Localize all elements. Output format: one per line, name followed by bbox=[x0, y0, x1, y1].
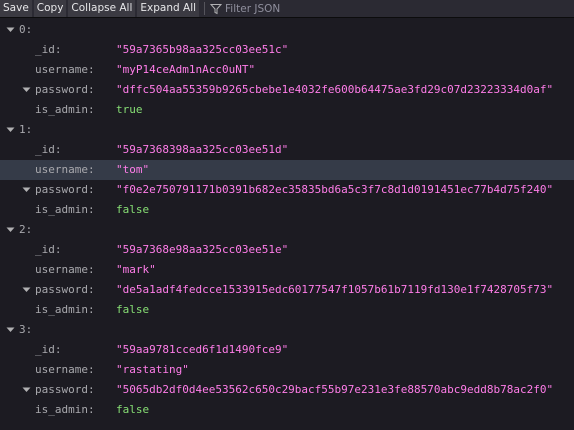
chevron-down-icon[interactable] bbox=[22, 87, 31, 93]
value-id: "59a7368e98aa325cc03ee51e" bbox=[116, 243, 289, 256]
save-button[interactable]: Save bbox=[0, 0, 32, 17]
tree-row-password[interactable]: password: "f0e2e750791171b0391b682ec3583… bbox=[0, 180, 574, 200]
filter-box[interactable] bbox=[210, 2, 386, 15]
expand-all-button[interactable]: Expand All bbox=[137, 0, 200, 17]
json-tree: 0: _id: "59a7365b98aa325cc03ee51c" usern… bbox=[0, 20, 574, 420]
value-id: "59a7368398aa325cc03ee51d" bbox=[116, 143, 289, 156]
tree-row-password[interactable]: password: "dffc504aa55359b9265cbebe1e403… bbox=[0, 80, 574, 100]
chevron-down-icon[interactable] bbox=[22, 387, 31, 393]
key-id: _id: bbox=[35, 343, 62, 356]
tree-row-username[interactable]: username: "mark" bbox=[0, 260, 574, 280]
value-username: "rastating" bbox=[116, 363, 189, 376]
value-password: "dffc504aa55359b9265cbebe1e4032fe600b644… bbox=[116, 83, 554, 96]
toolbar-divider bbox=[204, 2, 206, 15]
value-id: "59a7365b98aa325cc03ee51c" bbox=[116, 43, 289, 56]
key-username: username: bbox=[35, 263, 95, 276]
tree-row-username-selected[interactable]: username: "tom" bbox=[0, 160, 574, 180]
key-is-admin: is_admin: bbox=[35, 403, 95, 416]
tree-row-id[interactable]: _id: "59a7365b98aa325cc03ee51c" bbox=[0, 40, 574, 60]
value-username: "mark" bbox=[116, 263, 156, 276]
json-viewer-toolbar: Save Copy Collapse All Expand All bbox=[0, 0, 574, 18]
tree-row-id[interactable]: _id: "59a7368398aa325cc03ee51d" bbox=[0, 140, 574, 160]
funnel-icon bbox=[210, 3, 223, 14]
tree-row-is-admin[interactable]: is_admin: true bbox=[0, 100, 574, 120]
tree-row-password[interactable]: password: "de5a1adf4fedcce1533915edc6017… bbox=[0, 280, 574, 300]
record-index: 3: bbox=[19, 323, 33, 336]
tree-row-password[interactable]: password: "5065db2df0d4ee53562c650c29bac… bbox=[0, 380, 574, 400]
tree-row-record-0[interactable]: 0: bbox=[0, 20, 574, 40]
value-id: "59aa9781cced6f1d1490fce9" bbox=[116, 343, 289, 356]
record-index: 0: bbox=[19, 23, 33, 36]
key-password: password: bbox=[35, 183, 95, 196]
value-is-admin: true bbox=[116, 103, 143, 116]
value-is-admin: false bbox=[116, 203, 150, 216]
key-is-admin: is_admin: bbox=[35, 103, 95, 116]
value-is-admin: false bbox=[116, 303, 150, 316]
value-password: "de5a1adf4fedcce1533915edc60177547f1057b… bbox=[116, 283, 554, 296]
tree-row-record-2[interactable]: 2: bbox=[0, 220, 574, 240]
chevron-down-icon[interactable] bbox=[6, 127, 15, 133]
tree-row-record-3[interactable]: 3: bbox=[0, 320, 574, 340]
tree-row-id[interactable]: _id: "59a7368e98aa325cc03ee51e" bbox=[0, 240, 574, 260]
key-is-admin: is_admin: bbox=[35, 203, 95, 216]
tree-row-is-admin[interactable]: is_admin: false bbox=[0, 400, 574, 420]
tree-row-username[interactable]: username: "myP14ceAdm1nAcc0uNT" bbox=[0, 60, 574, 80]
key-username: username: bbox=[35, 63, 95, 76]
key-id: _id: bbox=[35, 243, 62, 256]
record-index: 1: bbox=[19, 123, 33, 136]
tree-row-username[interactable]: username: "rastating" bbox=[0, 360, 574, 380]
record-index: 2: bbox=[19, 223, 33, 236]
key-password: password: bbox=[35, 83, 95, 96]
tree-row-is-admin[interactable]: is_admin: false bbox=[0, 300, 574, 320]
value-password: "5065db2df0d4ee53562c650c29bacf55b97e231… bbox=[116, 383, 554, 396]
value-password: "f0e2e750791171b0391b682ec35835bd6a5c3f7… bbox=[116, 183, 554, 196]
key-is-admin: is_admin: bbox=[35, 303, 95, 316]
key-id: _id: bbox=[35, 143, 62, 156]
chevron-down-icon[interactable] bbox=[6, 327, 15, 333]
copy-button[interactable]: Copy bbox=[33, 0, 67, 17]
value-is-admin: false bbox=[116, 403, 150, 416]
tree-row-is-admin[interactable]: is_admin: false bbox=[0, 200, 574, 220]
tree-row-id[interactable]: _id: "59aa9781cced6f1d1490fce9" bbox=[0, 340, 574, 360]
value-username: "tom" bbox=[116, 163, 150, 176]
chevron-down-icon[interactable] bbox=[22, 187, 31, 193]
chevron-down-icon[interactable] bbox=[22, 287, 31, 293]
key-username: username: bbox=[35, 363, 95, 376]
chevron-down-icon[interactable] bbox=[6, 227, 15, 233]
key-password: password: bbox=[35, 283, 95, 296]
key-username: username: bbox=[35, 163, 95, 176]
key-id: _id: bbox=[35, 43, 62, 56]
filter-json-input[interactable] bbox=[225, 2, 386, 15]
chevron-down-icon[interactable] bbox=[6, 27, 15, 33]
value-username: "myP14ceAdm1nAcc0uNT" bbox=[116, 63, 256, 76]
tree-row-record-1[interactable]: 1: bbox=[0, 120, 574, 140]
collapse-all-button[interactable]: Collapse All bbox=[68, 0, 136, 17]
key-password: password: bbox=[35, 383, 95, 396]
